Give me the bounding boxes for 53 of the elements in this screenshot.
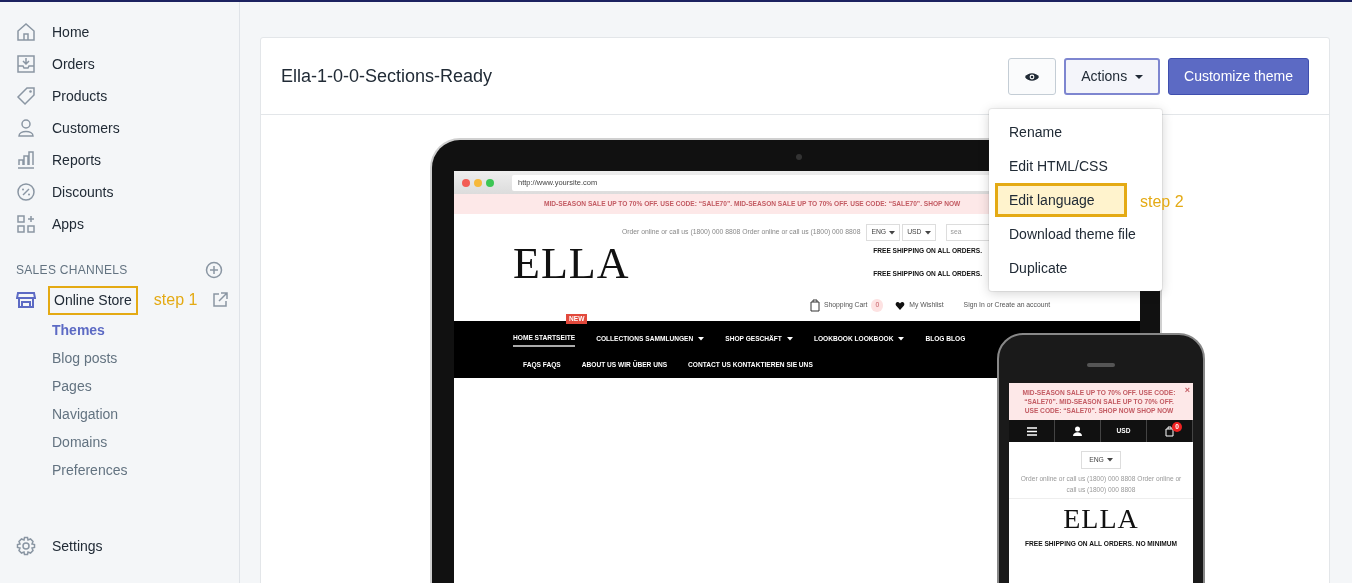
store-logo: ELLA (513, 242, 630, 290)
actions-button[interactable]: Actions (1064, 57, 1161, 95)
nav-item[interactable]: Navigation (0, 400, 239, 428)
nav-item[interactable]: Discounts (52, 181, 114, 203)
caret-icon (889, 230, 896, 235)
window-dot-icon (486, 178, 494, 187)
nav-item[interactable]: Themes (0, 316, 239, 344)
preview-button[interactable] (1008, 57, 1057, 95)
heart-icon (895, 300, 906, 311)
bag-icon (1165, 425, 1174, 437)
discount-icon (16, 182, 36, 202)
nav-item[interactable]: Apps (52, 213, 84, 235)
nav-item[interactable]: Orders (52, 53, 95, 75)
person-icon (16, 118, 36, 138)
nav-item[interactable]: Products (52, 85, 108, 107)
camera-icon (796, 154, 802, 160)
eye-icon (1024, 70, 1041, 83)
theme-title: Ella-1-0-0-Sections-Ready (281, 64, 494, 88)
nav-item[interactable]: Online Store (48, 285, 138, 315)
caret-icon (1106, 458, 1113, 463)
window-dot-icon (462, 178, 470, 187)
external-link-icon (211, 291, 230, 309)
apps-icon (16, 214, 36, 234)
nav-item[interactable]: Home (52, 21, 90, 43)
annotation: step 2 (1140, 192, 1184, 212)
inbox-icon (16, 54, 36, 74)
annotation: step 1 (153, 290, 198, 310)
caret-icon (1135, 74, 1144, 79)
tag-icon (16, 86, 36, 106)
nav-item[interactable]: Customers (52, 117, 120, 139)
section-title: SALES CHANNELS (16, 262, 128, 279)
store-icon (16, 290, 36, 310)
customize-theme-button[interactable]: Customize theme (1168, 57, 1309, 95)
bar-chart-icon (16, 150, 36, 170)
nav-item[interactable]: Settings (52, 535, 103, 557)
settings-icon (16, 536, 36, 556)
bag-icon (810, 299, 820, 312)
add-icon (205, 261, 223, 279)
user-icon (1073, 426, 1082, 436)
caret-icon (924, 230, 931, 235)
home-icon (16, 22, 36, 42)
menu-item[interactable]: Duplicate (989, 251, 1162, 285)
close-button[interactable]: × (1184, 386, 1190, 395)
nav-item[interactable]: Reports (52, 149, 102, 171)
nav-item[interactable]: Pages (0, 372, 239, 400)
nav-item[interactable]: Blog posts (0, 344, 239, 372)
menu-icon (1026, 426, 1037, 436)
nav-item[interactable]: Preferences (0, 456, 239, 484)
speaker-icon (1087, 363, 1115, 367)
nav-item[interactable]: Domains (0, 428, 239, 456)
store-logo: ELLA (1062, 505, 1140, 534)
menu-item[interactable]: Rename (989, 115, 1162, 149)
window-dot-icon (474, 178, 482, 187)
